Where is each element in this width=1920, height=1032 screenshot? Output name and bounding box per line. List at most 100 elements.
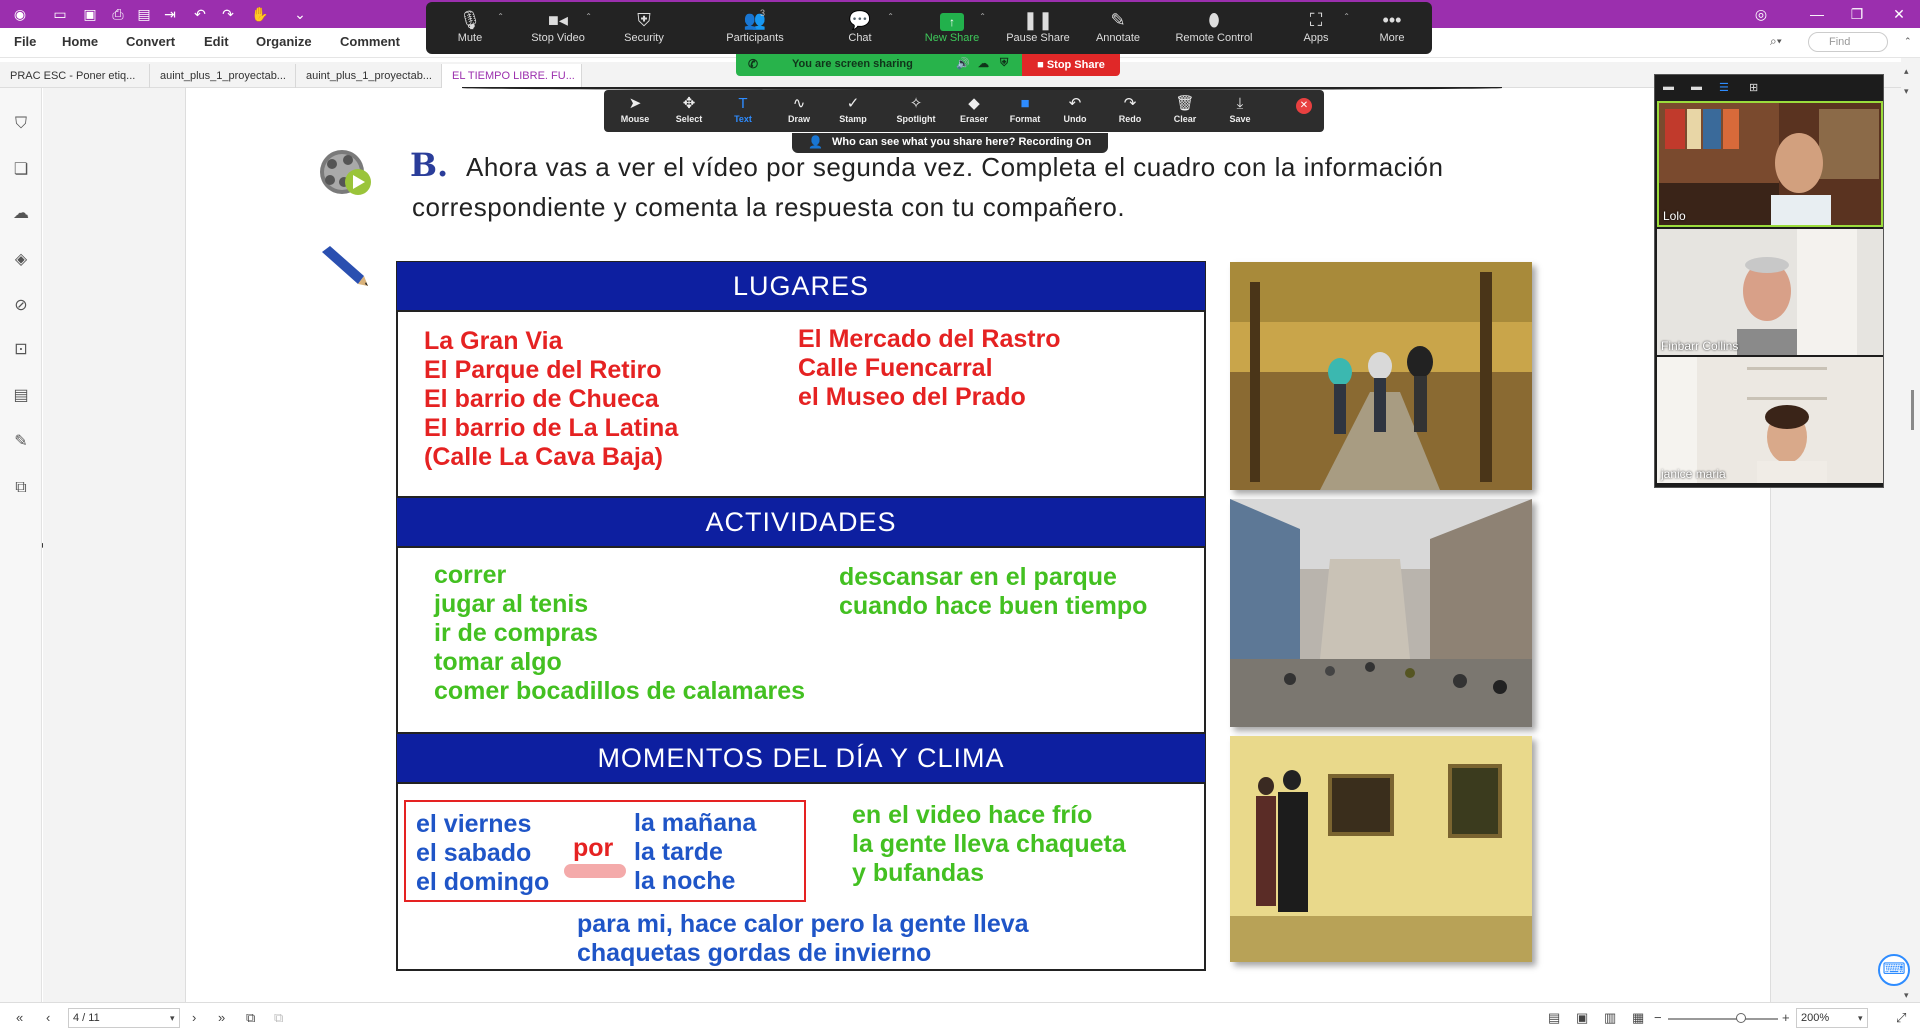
last-page-icon[interactable]: » <box>218 1010 225 1025</box>
chat-assistant-icon[interactable]: ⌨ <box>1878 954 1910 986</box>
chevron-up-icon[interactable]: ⌃ <box>497 12 504 21</box>
bookmark-icon[interactable]: ⛉ <box>11 114 31 134</box>
close-annotation-icon[interactable]: ✕ <box>1296 98 1312 114</box>
apps-button[interactable]: ⛶ Apps ⌃ <box>1278 8 1354 54</box>
tool-draw[interactable]: ∿ Draw <box>774 94 824 130</box>
compare-icon[interactable]: ⧉ <box>11 478 31 498</box>
chevron-up-icon[interactable]: ⌃ <box>1343 12 1350 21</box>
participant-tile[interactable]: Lolo <box>1657 101 1883 227</box>
scroll-down-icon[interactable]: ▾ <box>1904 86 1909 97</box>
tool-stamp[interactable]: ✓ Stamp <box>828 94 878 130</box>
speaker-view-icon[interactable]: ▬ <box>1691 81 1702 93</box>
lock-icon[interactable]: ⊡ <box>11 340 31 360</box>
search-input[interactable]: Find <box>1808 32 1888 52</box>
zoom-out-icon[interactable]: − <box>1654 1010 1662 1025</box>
participant-tile[interactable]: Finbarr Collins <box>1657 229 1883 355</box>
scroll-up-icon[interactable]: ▴ <box>1904 66 1909 77</box>
gallery-view-icon[interactable]: ⊞ <box>1749 81 1758 94</box>
tool-spotlight[interactable]: ✧ Spotlight <box>886 94 946 130</box>
minimize-icon[interactable]: ▬ <box>1663 81 1674 93</box>
zoom-slider[interactable] <box>1668 1018 1778 1020</box>
stop-video-button[interactable]: ■◂ Stop Video ⌃ <box>520 8 596 54</box>
signature-icon[interactable]: ✎ <box>11 432 31 452</box>
tab-document-4[interactable]: EL TIEMPO LIBRE. FU... <box>442 64 582 88</box>
restore-icon[interactable]: ❐ <box>1846 4 1868 24</box>
new-share-button[interactable]: ↑ New Share ⌃ <box>914 8 990 54</box>
tool-eraser[interactable]: ◆ Eraser <box>949 94 999 130</box>
tool-save[interactable]: ⤓ Save <box>1215 94 1265 130</box>
continuous-view-icon[interactable]: ▣ <box>1576 1010 1588 1026</box>
scrollbar-thumb[interactable] <box>1911 390 1914 430</box>
strip-view-icon[interactable]: ☰ <box>1719 81 1729 94</box>
zoom-in-icon[interactable]: + <box>1782 1010 1790 1025</box>
chevron-up-icon[interactable]: ⌃ <box>585 12 592 21</box>
tool-redo[interactable]: ↷ Redo <box>1105 94 1155 130</box>
pages-icon[interactable]: ❏ <box>11 160 31 180</box>
tool-text[interactable]: T Text <box>718 94 768 130</box>
tool-format[interactable]: ■ Format <box>1000 94 1050 130</box>
menu-organize[interactable]: Organize <box>256 34 312 49</box>
tab-document-1[interactable]: PRAC ESC - Poner etiq... <box>0 64 150 88</box>
undo-icon[interactable]: ↶ <box>190 4 210 24</box>
chevron-up-icon[interactable]: ⌃ <box>1904 36 1912 47</box>
tool-mouse[interactable]: ➤ Mouse <box>610 94 660 130</box>
menu-comment[interactable]: Comment <box>340 34 400 49</box>
menu-convert[interactable]: Convert <box>126 34 175 49</box>
redo-icon[interactable]: ↷ <box>218 4 238 24</box>
menu-file[interactable]: File <box>14 34 36 49</box>
form-icon[interactable]: ▤ <box>11 386 31 406</box>
two-page-scroll-icon[interactable]: ▦ <box>1632 1010 1644 1026</box>
scroll-bottom-icon[interactable]: ▾ <box>1904 990 1909 1001</box>
single-page-view-icon[interactable]: ▤ <box>1548 1010 1560 1026</box>
open-folder-icon[interactable]: ▭ <box>50 4 70 24</box>
two-page-view-icon[interactable]: ▥ <box>1604 1010 1616 1026</box>
layers-icon[interactable]: ◈ <box>11 250 31 270</box>
account-icon[interactable]: ◎ <box>1750 4 1772 24</box>
menu-home[interactable]: Home <box>62 34 98 49</box>
zoom-dropdown-icon[interactable]: ▾ <box>1858 1013 1863 1024</box>
print-icon[interactable]: ⎙ <box>108 4 128 24</box>
stop-share-button[interactable]: ■ Stop Share <box>1022 54 1120 76</box>
opinion-text: para mi, hace calor pero la gente lleva … <box>577 910 1029 968</box>
pause-share-button[interactable]: ❚❚ Pause Share <box>1000 8 1076 54</box>
customize-dropdown-icon[interactable]: ⌄ <box>290 4 310 24</box>
hand-tool-icon[interactable]: ✋ <box>250 4 270 24</box>
tool-clear[interactable]: 🗑 Clear <box>1160 94 1210 130</box>
participants-button[interactable]: 👥 3 Participants <box>710 8 800 54</box>
mute-button[interactable]: 🎙 Mute ⌃ <box>432 8 508 54</box>
search-options-icon[interactable]: ⌕▾ <box>1770 34 1782 49</box>
security-button[interactable]: ⛨ Security <box>606 8 682 54</box>
chat-button[interactable]: 💬 Chat ⌃ <box>822 8 898 54</box>
annotate-label: Annotate <box>1095 32 1141 44</box>
first-page-icon[interactable]: « <box>16 1010 23 1025</box>
comments-icon[interactable]: ☁ <box>11 204 31 224</box>
fullscreen-icon[interactable]: ⤢ <box>1896 1010 1906 1026</box>
remote-control-button[interactable]: ⬮ Remote Control <box>1166 8 1262 54</box>
tab-document-2[interactable]: auint_plus_1_proyectab... <box>150 64 296 88</box>
share-visibility-notice[interactable]: 👤 Who can see what you share here? Recor… <box>792 133 1108 153</box>
annotate-button[interactable]: ✎ Annotate <box>1080 8 1156 54</box>
minimize-icon[interactable]: — <box>1806 4 1828 24</box>
close-icon[interactable]: ✕ <box>1888 4 1910 24</box>
next-page-icon[interactable]: › <box>192 1010 196 1025</box>
previous-page-icon[interactable]: ‹ <box>46 1010 50 1025</box>
tool-select[interactable]: ✥ Select <box>664 94 714 130</box>
extract-page-icon[interactable]: ⧉ <box>274 1010 283 1026</box>
tool-undo[interactable]: ↶ Undo <box>1050 94 1100 130</box>
tab-document-3[interactable]: auint_plus_1_proyectab... <box>296 64 442 88</box>
participant-tile[interactable]: janice maria <box>1657 357 1883 483</box>
chevron-up-icon[interactable]: ⌃ <box>979 12 986 21</box>
attachment-icon[interactable]: ⊘ <box>11 296 31 316</box>
chevron-up-icon[interactable]: ⌃ <box>887 12 894 21</box>
export-icon[interactable]: ⇥ <box>160 4 180 24</box>
page-dropdown-icon[interactable]: ▾ <box>170 1013 175 1024</box>
save-icon[interactable]: ▣ <box>80 4 100 24</box>
video-thumbnails-panel: ▬ ▬ ☰ ⊞ Lolo Finbarr Collins janice mari… <box>1654 74 1884 488</box>
new-document-icon[interactable]: ▤ <box>134 4 154 24</box>
vertical-scrollbar[interactable] <box>1901 58 1920 1002</box>
copy-page-icon[interactable]: ⧉ <box>246 1010 255 1026</box>
menu-edit[interactable]: Edit <box>204 34 229 49</box>
page-number-input[interactable]: 4 / 11 <box>68 1008 180 1028</box>
zoom-slider-handle[interactable] <box>1736 1013 1746 1023</box>
more-button[interactable]: ••• More <box>1354 8 1430 54</box>
